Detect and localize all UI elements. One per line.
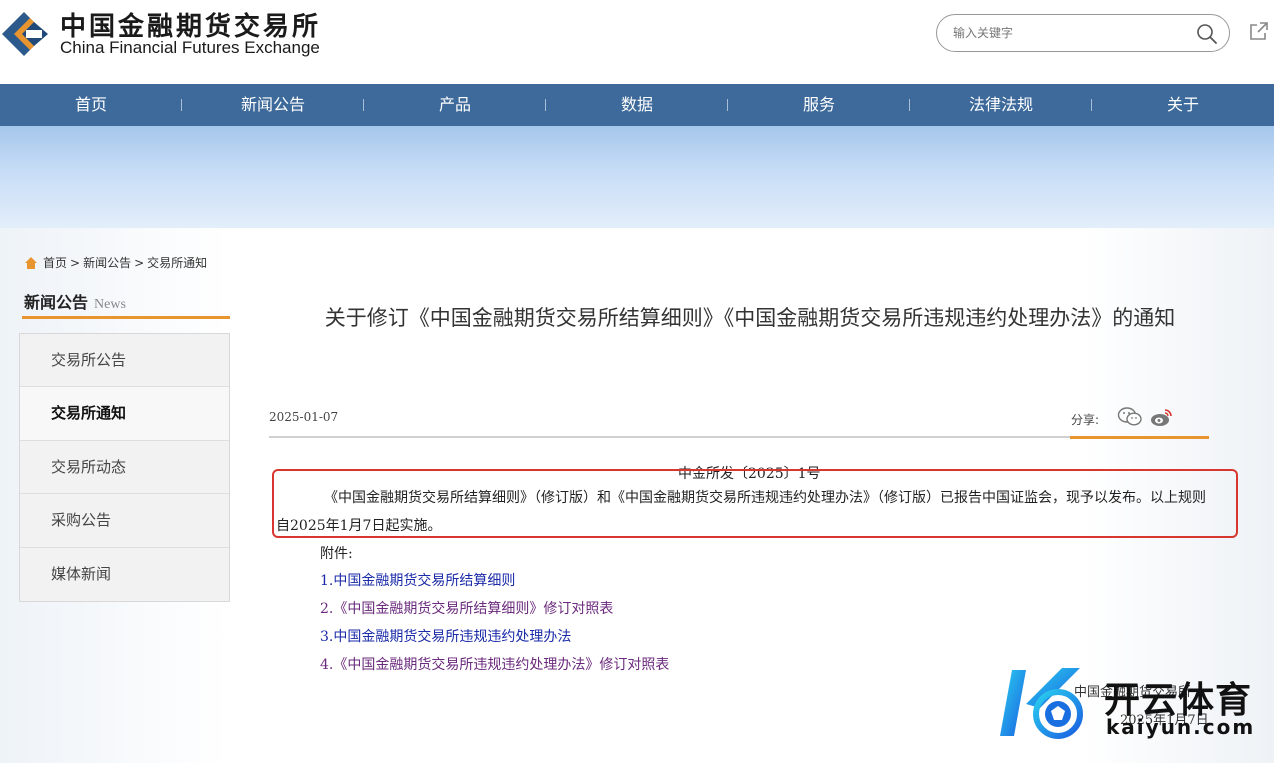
sidebar-menu: 交易所公告 交易所通知 交易所动态 采购公告 媒体新闻 [19,333,230,602]
kaiyun-logo-icon [1000,668,1083,739]
nav-label: 首页 [74,95,107,114]
article-paragraph: 《中国金融期货交易所结算细则》（修订版）和《中国金融期货交易所违规违约处理办法》… [276,490,1206,534]
attachment-link-1[interactable]: 1.中国金融期货交易所结算细则 [320,570,515,590]
weibo-icon[interactable] [1150,407,1174,427]
sidebar-item-exchange-announcements[interactable]: 交易所公告 [20,334,229,388]
breadcrumb-current[interactable]: 交易所通知 [147,254,207,271]
breadcrumb-home[interactable]: 首页 [43,254,67,271]
banner [0,126,1274,228]
sidebar-title-en: News [94,297,126,312]
nav-label: 数据 [620,95,653,114]
share-label: 分享: [1071,413,1100,427]
breadcrumb-news[interactable]: 新闻公告 [83,254,131,271]
sidebar-item-media-news[interactable]: 媒体新闻 [20,548,229,601]
breadcrumb-separator: > [70,255,81,270]
nav-label: 关于 [1166,95,1199,114]
article-title: 关于修订《中国金融期货交易所结算细则》《中国金融期货交易所违规违约处理办法》的通… [324,306,1176,330]
search-box [936,14,1230,52]
nav-item-services[interactable]: 服务 [728,84,910,126]
sidebar-item-exchange-notices[interactable]: 交易所通知 [20,387,229,441]
nav-item-about[interactable]: 关于 [1092,84,1274,126]
sidebar-item-exchange-news[interactable]: 交易所动态 [20,441,229,495]
wechat-icon[interactable] [1117,406,1143,428]
article-date: 2025-01-07 [269,410,339,424]
nav-label: 新闻公告 [240,95,305,114]
nav-label: 法律法规 [968,95,1033,114]
share-underline [1070,436,1209,439]
sidebar-item-procurement[interactable]: 采购公告 [20,494,229,548]
nav-label: 产品 [438,95,471,114]
watermark-domain: kaiyun.com [1106,715,1256,739]
search-icon[interactable] [1195,22,1219,46]
nav-item-home[interactable]: 首页 [0,84,182,126]
sidebar-title: 新闻公告 News [24,289,126,313]
nav-label: 服务 [802,95,835,114]
sidebar-title-cn: 新闻公告 [24,293,89,312]
attachment-link-4[interactable]: 4.《中国金融期货交易所违规违约处理办法》修订对照表 [320,654,669,674]
attachments-label: 附件: [320,546,353,562]
home-icon [25,256,37,269]
main-nav: 首页 新闻公告 产品 数据 服务 法律法规 关于 [0,84,1274,126]
breadcrumb-separator: > [134,255,145,270]
breadcrumb: 首页 > 新闻公告 > 交易所通知 [24,254,207,271]
sidebar-title-underline [22,316,230,319]
nav-item-data[interactable]: 数据 [546,84,728,126]
nav-item-law[interactable]: 法律法规 [910,84,1092,126]
cffex-logo-icon[interactable] [0,4,60,62]
header-divider [269,436,1070,438]
attachment-link-3[interactable]: 3.中国金融期货交易所违规违约处理办法 [320,626,571,646]
nav-item-products[interactable]: 产品 [364,84,546,126]
attachment-link-2[interactable]: 2.《中国金融期货交易所结算细则》修订对照表 [320,598,613,618]
external-share-icon[interactable] [1248,20,1270,42]
site-header: 中国金融期货交易所 China Financial Futures Exchan… [0,0,1274,84]
nav-item-news[interactable]: 新闻公告 [182,84,364,126]
search-input[interactable] [953,23,1183,43]
site-name-en[interactable]: China Financial Futures Exchange [60,38,320,58]
